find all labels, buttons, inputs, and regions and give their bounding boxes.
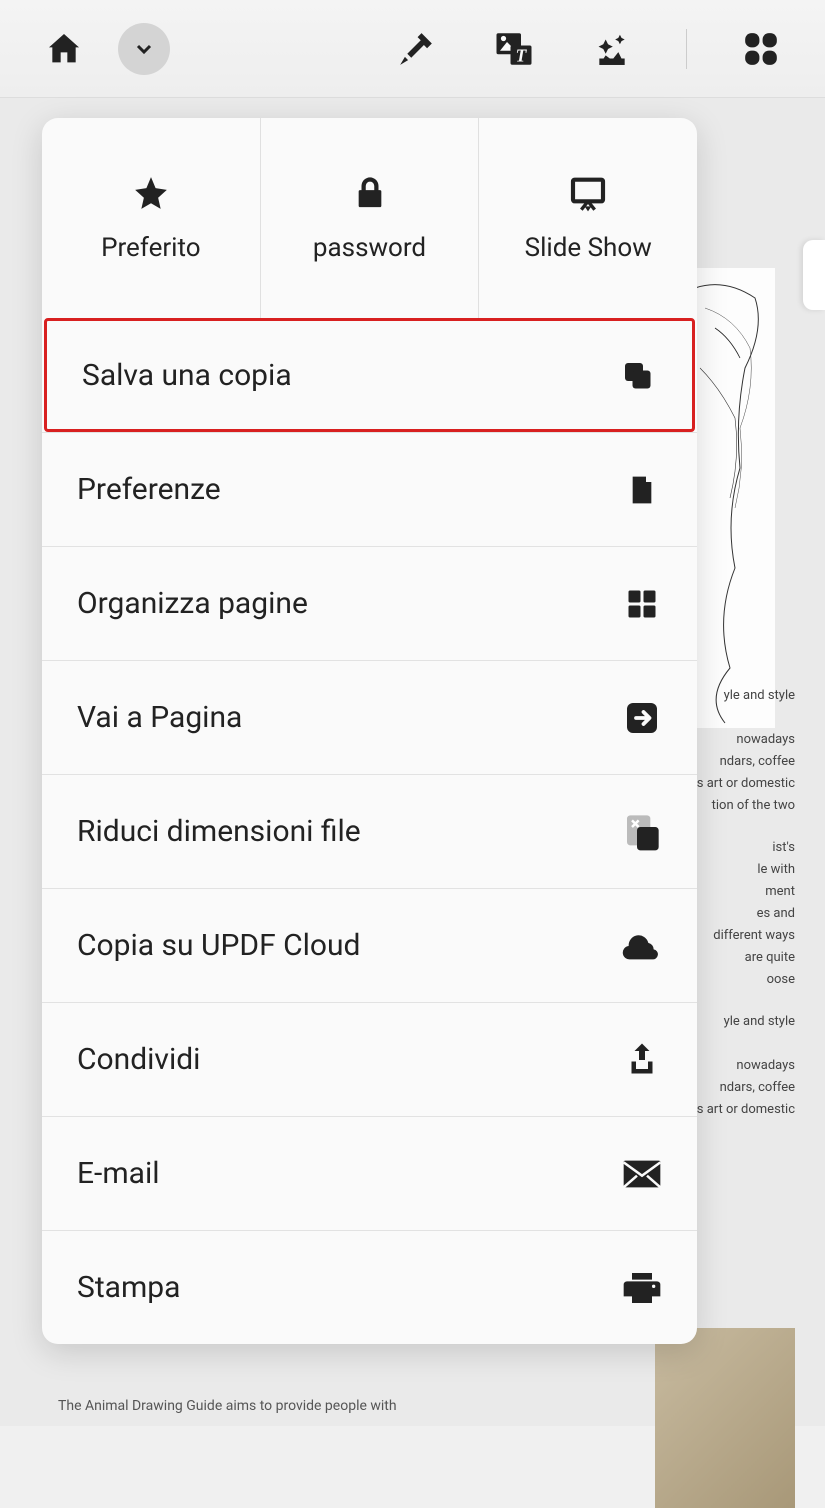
grid-small-icon (622, 584, 662, 624)
menu-item-share[interactable]: Condividi (42, 1002, 697, 1116)
side-pull-tab[interactable] (803, 240, 825, 310)
menu-item-label: Condividi (77, 1042, 200, 1077)
doc-text-fragment: ndars, coffee (720, 1078, 795, 1099)
menu-item-label: E-mail (77, 1156, 160, 1191)
tab-label: Preferito (101, 233, 201, 263)
highlighter-button[interactable] (392, 25, 440, 73)
tab-password[interactable]: password (261, 118, 480, 318)
doc-text-fragment: es and (757, 904, 795, 925)
svg-text:T: T (516, 45, 528, 65)
tab-preferito[interactable]: Preferito (42, 118, 261, 318)
menu-item-label: Organizza pagine (77, 586, 308, 621)
chevron-down-icon (132, 37, 156, 61)
menu-item-organize-pages[interactable]: Organizza pagine (42, 546, 697, 660)
image-text-button[interactable]: T (490, 25, 538, 73)
doc-text-fragment: different ways (713, 926, 795, 947)
menu-item-label: Vai a Pagina (77, 700, 242, 735)
menu-item-print[interactable]: Stampa (42, 1230, 697, 1344)
doc-text-fragment: nowadays (736, 1056, 795, 1077)
star-icon (131, 173, 171, 213)
doc-text-fragment: ist's (772, 838, 795, 859)
copy-icon (617, 355, 657, 395)
footer-document-text: The Animal Drawing Guide aims to provide… (58, 1398, 397, 1414)
menu-item-label: Riduci dimensioni file (77, 814, 361, 849)
print-icon (622, 1268, 662, 1308)
home-button[interactable] (40, 25, 88, 73)
doc-text-fragment: ment (765, 882, 795, 903)
grid-icon (742, 30, 780, 68)
menu-item-go-to-page[interactable]: Vai a Pagina (42, 660, 697, 774)
menu-item-reduce-file-size[interactable]: Riduci dimensioni file (42, 774, 697, 888)
mail-icon (622, 1154, 662, 1194)
doc-text-fragment: yle and style (724, 1012, 795, 1033)
doc-text-fragment: tion of the two (712, 796, 795, 817)
magic-button[interactable] (588, 25, 636, 73)
doc-text-fragment: ndars, coffee (720, 752, 795, 773)
doc-text-fragment: s art or domestic (697, 774, 795, 795)
dropdown-toggle[interactable] (118, 23, 170, 75)
menu-item-label: Stampa (77, 1270, 180, 1305)
cloud-icon (622, 926, 662, 966)
tab-slideshow[interactable]: Slide Show (479, 118, 697, 318)
lock-icon (350, 173, 390, 213)
toolbar-divider (686, 29, 687, 69)
doc-text-fragment: s art or domestic (697, 1100, 795, 1121)
home-icon (44, 29, 84, 69)
tab-label: password (313, 233, 426, 263)
presentation-icon (568, 173, 608, 213)
magic-icon (593, 30, 631, 68)
menu-item-label: Preferenze (77, 472, 221, 507)
doc-text-fragment: le with (757, 860, 795, 881)
document-image-sketch (685, 268, 775, 728)
menu-item-preferences[interactable]: Preferenze (42, 432, 697, 546)
menu-item-copy-to-cloud[interactable]: Copia su UPDF Cloud (42, 888, 697, 1002)
tab-label: Slide Show (525, 233, 652, 263)
dropdown-list: Salva una copia Preferenze Organizza pag… (42, 318, 697, 1344)
dropdown-tabs-row: Preferito password Slide Show (42, 118, 697, 318)
menu-item-email[interactable]: E-mail (42, 1116, 697, 1230)
menu-item-save-copy[interactable]: Salva una copia (44, 318, 695, 432)
grid-button[interactable] (737, 25, 785, 73)
highlighter-icon (397, 30, 435, 68)
document-icon (622, 470, 662, 510)
menu-item-label: Copia su UPDF Cloud (77, 928, 360, 963)
top-toolbar: T (0, 0, 825, 98)
compress-icon (622, 812, 662, 852)
document-image-photo (655, 1328, 795, 1508)
arrow-right-box-icon (622, 698, 662, 738)
doc-text-fragment: nowadays (736, 730, 795, 751)
doc-text-fragment: yle and style (724, 686, 795, 707)
menu-item-label: Salva una copia (82, 358, 292, 393)
doc-text-fragment: oose (767, 970, 795, 991)
share-icon (622, 1040, 662, 1080)
image-text-icon: T (493, 28, 535, 70)
main-dropdown-menu: Preferito password Slide Show Salva una … (42, 118, 697, 1344)
doc-text-fragment: are quite (745, 948, 795, 969)
